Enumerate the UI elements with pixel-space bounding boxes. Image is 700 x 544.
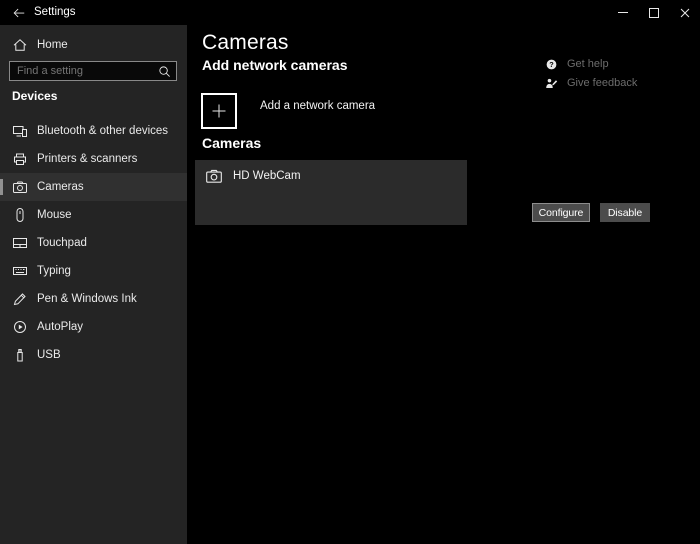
maximize-icon (649, 8, 659, 18)
configure-button[interactable]: Configure (532, 203, 590, 222)
back-button[interactable] (6, 0, 32, 25)
usb-icon (12, 347, 28, 363)
sidebar-item-label: Pen & Windows Ink (37, 293, 137, 305)
sidebar-item-mouse[interactable]: Mouse (0, 201, 187, 229)
sidebar-item-cameras[interactable]: Cameras (0, 173, 187, 201)
sidebar-item-label: Mouse (37, 209, 72, 221)
sidebar-item-bluetooth-other-devices[interactable]: Bluetooth & other devices (0, 117, 187, 145)
mouse-icon (12, 207, 28, 223)
feedback-icon (545, 77, 558, 90)
get-help-label: Get help (567, 58, 609, 70)
touchpad-icon (12, 235, 28, 251)
home-icon (12, 37, 28, 53)
pen-icon (12, 291, 28, 307)
camera-device-name: HD WebCam (233, 170, 301, 182)
svg-text:?: ? (549, 60, 554, 69)
devices-icon (12, 123, 28, 139)
add-network-camera-button[interactable]: Add a network camera (201, 93, 375, 129)
minimize-icon (618, 12, 628, 13)
camera-device-card: HD WebCam Configure Disable (195, 160, 467, 225)
sidebar-item-label: Home (37, 39, 68, 51)
section-heading-cameras: Cameras (202, 135, 261, 151)
give-feedback-label: Give feedback (567, 77, 637, 89)
help-icon: ? (545, 58, 558, 71)
get-help-link[interactable]: ? Get help (545, 57, 609, 71)
maximize-button[interactable] (638, 0, 669, 25)
search-input[interactable] (10, 62, 157, 80)
sidebar-item-label: USB (37, 349, 61, 361)
camera-icon (12, 179, 28, 195)
sidebar-item-pen-windows-ink[interactable]: Pen & Windows Ink (0, 285, 187, 313)
sidebar-item-autoplay[interactable]: AutoPlay (0, 313, 187, 341)
sidebar: Home Devices Bluetooth & other devices P… (0, 25, 187, 544)
search-icon (158, 65, 171, 78)
sidebar-section-devices: Devices (12, 89, 57, 103)
autoplay-icon (12, 319, 28, 335)
close-icon (680, 8, 690, 18)
close-button[interactable] (669, 0, 700, 25)
search-box (9, 61, 177, 81)
main-content: Cameras Add network cameras Add a networ… (187, 25, 700, 544)
camera-device-icon (205, 167, 223, 185)
sidebar-item-printers-scanners[interactable]: Printers & scanners (0, 145, 187, 173)
printer-icon (12, 151, 28, 167)
settings-window: Settings Home (0, 0, 700, 544)
keyboard-icon (12, 263, 28, 279)
sidebar-item-label: AutoPlay (37, 321, 83, 333)
disable-button[interactable]: Disable (600, 203, 650, 222)
page-title: Cameras (202, 31, 289, 55)
sidebar-item-touchpad[interactable]: Touchpad (0, 229, 187, 257)
window-titlebar: Settings (0, 0, 700, 25)
section-heading-add-network-cameras: Add network cameras (202, 57, 348, 73)
sidebar-item-label: Cameras (37, 181, 84, 193)
sidebar-item-label: Touchpad (37, 237, 87, 249)
sidebar-item-label: Printers & scanners (37, 153, 137, 165)
plus-box (201, 93, 237, 129)
window-title: Settings (34, 0, 76, 25)
plus-icon (210, 102, 228, 120)
minimize-button[interactable] (607, 0, 638, 25)
give-feedback-link[interactable]: Give feedback (545, 76, 637, 90)
window-controls (607, 0, 700, 25)
sidebar-item-home[interactable]: Home (0, 32, 187, 58)
sidebar-item-usb[interactable]: USB (0, 341, 187, 369)
back-arrow-icon (12, 6, 26, 20)
sidebar-item-typing[interactable]: Typing (0, 257, 187, 285)
sidebar-item-label: Bluetooth & other devices (37, 125, 168, 137)
sidebar-item-label: Typing (37, 265, 71, 277)
add-network-camera-label: Add a network camera (260, 100, 375, 112)
